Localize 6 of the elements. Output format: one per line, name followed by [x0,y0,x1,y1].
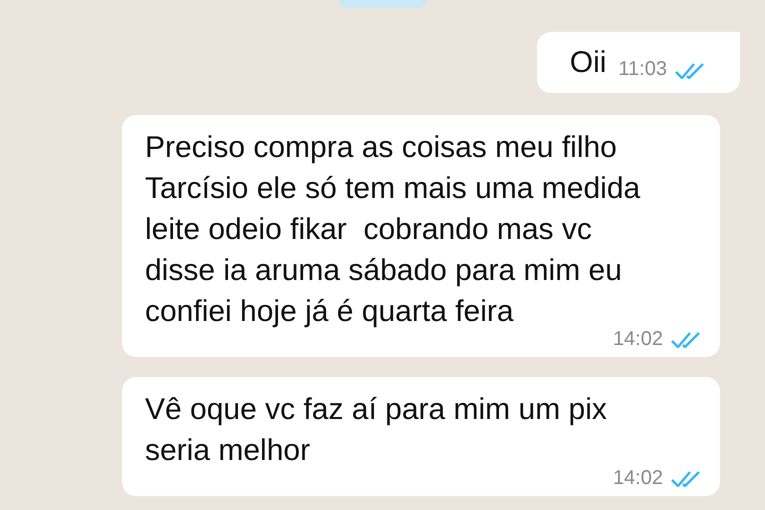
message-time: 14:02 [612,328,663,351]
message-text: Vê oque vc faz aí para mim um pix seria melhor [145,392,608,469]
message-text: Preciso compra as coisas meu filho Tarcísio ele só tem mais uma medida leite odeio fikar cobrando mas vc disse ia aruma sábado para mim eu confiei hoje já é quarta feira [145,130,642,330]
message-time: 14:02 [612,467,663,490]
message-text: Oii [570,45,606,81]
message-time: 11:03 [618,58,667,81]
